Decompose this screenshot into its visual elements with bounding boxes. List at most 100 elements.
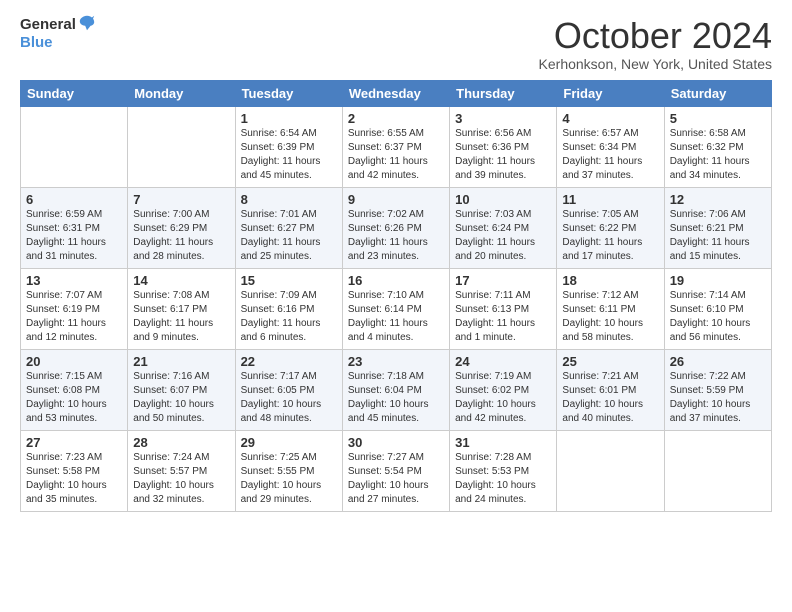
calendar-cell: 30Sunrise: 7:27 AM Sunset: 5:54 PM Dayli… (342, 430, 449, 511)
calendar-cell: 9Sunrise: 7:02 AM Sunset: 6:26 PM Daylig… (342, 187, 449, 268)
weekday-header-monday: Monday (128, 80, 235, 106)
day-number: 26 (670, 354, 766, 369)
day-detail: Sunrise: 7:06 AM Sunset: 6:21 PM Dayligh… (670, 208, 766, 264)
calendar-week-1: 1Sunrise: 6:54 AM Sunset: 6:39 PM Daylig… (21, 106, 772, 187)
day-number: 5 (670, 111, 766, 126)
day-detail: Sunrise: 6:57 AM Sunset: 6:34 PM Dayligh… (562, 127, 658, 183)
calendar-cell: 3Sunrise: 6:56 AM Sunset: 6:36 PM Daylig… (450, 106, 557, 187)
page: General Blue October 2024 Kerhonkson, Ne… (0, 0, 792, 522)
day-number: 23 (348, 354, 444, 369)
calendar-cell: 31Sunrise: 7:28 AM Sunset: 5:53 PM Dayli… (450, 430, 557, 511)
day-number: 3 (455, 111, 551, 126)
header: General Blue October 2024 Kerhonkson, Ne… (20, 16, 772, 72)
day-detail: Sunrise: 6:56 AM Sunset: 6:36 PM Dayligh… (455, 127, 551, 183)
day-detail: Sunrise: 7:21 AM Sunset: 6:01 PM Dayligh… (562, 370, 658, 426)
day-number: 4 (562, 111, 658, 126)
calendar-week-3: 13Sunrise: 7:07 AM Sunset: 6:19 PM Dayli… (21, 268, 772, 349)
day-number: 22 (241, 354, 337, 369)
calendar-cell: 18Sunrise: 7:12 AM Sunset: 6:11 PM Dayli… (557, 268, 664, 349)
day-number: 13 (26, 273, 122, 288)
day-detail: Sunrise: 7:10 AM Sunset: 6:14 PM Dayligh… (348, 289, 444, 345)
calendar-cell: 26Sunrise: 7:22 AM Sunset: 5:59 PM Dayli… (664, 349, 771, 430)
day-detail: Sunrise: 7:19 AM Sunset: 6:02 PM Dayligh… (455, 370, 551, 426)
weekday-header-wednesday: Wednesday (342, 80, 449, 106)
calendar-cell: 15Sunrise: 7:09 AM Sunset: 6:16 PM Dayli… (235, 268, 342, 349)
day-detail: Sunrise: 7:09 AM Sunset: 6:16 PM Dayligh… (241, 289, 337, 345)
calendar-cell: 12Sunrise: 7:06 AM Sunset: 6:21 PM Dayli… (664, 187, 771, 268)
day-number: 25 (562, 354, 658, 369)
day-detail: Sunrise: 6:58 AM Sunset: 6:32 PM Dayligh… (670, 127, 766, 183)
calendar-cell (128, 106, 235, 187)
logo-text-general: General (20, 16, 76, 34)
calendar-cell: 5Sunrise: 6:58 AM Sunset: 6:32 PM Daylig… (664, 106, 771, 187)
weekday-header-tuesday: Tuesday (235, 80, 342, 106)
day-number: 17 (455, 273, 551, 288)
day-number: 2 (348, 111, 444, 126)
calendar-cell: 13Sunrise: 7:07 AM Sunset: 6:19 PM Dayli… (21, 268, 128, 349)
logo-bird-icon (78, 14, 96, 32)
day-detail: Sunrise: 7:03 AM Sunset: 6:24 PM Dayligh… (455, 208, 551, 264)
day-detail: Sunrise: 7:00 AM Sunset: 6:29 PM Dayligh… (133, 208, 229, 264)
calendar-cell: 29Sunrise: 7:25 AM Sunset: 5:55 PM Dayli… (235, 430, 342, 511)
day-detail: Sunrise: 7:01 AM Sunset: 6:27 PM Dayligh… (241, 208, 337, 264)
day-detail: Sunrise: 6:54 AM Sunset: 6:39 PM Dayligh… (241, 127, 337, 183)
calendar-cell: 22Sunrise: 7:17 AM Sunset: 6:05 PM Dayli… (235, 349, 342, 430)
day-number: 6 (26, 192, 122, 207)
day-detail: Sunrise: 7:17 AM Sunset: 6:05 PM Dayligh… (241, 370, 337, 426)
weekday-header-friday: Friday (557, 80, 664, 106)
calendar-cell: 19Sunrise: 7:14 AM Sunset: 6:10 PM Dayli… (664, 268, 771, 349)
day-number: 18 (562, 273, 658, 288)
day-detail: Sunrise: 7:08 AM Sunset: 6:17 PM Dayligh… (133, 289, 229, 345)
calendar-cell (664, 430, 771, 511)
calendar-cell (557, 430, 664, 511)
day-number: 30 (348, 435, 444, 450)
calendar-cell (21, 106, 128, 187)
day-detail: Sunrise: 7:07 AM Sunset: 6:19 PM Dayligh… (26, 289, 122, 345)
subtitle: Kerhonkson, New York, United States (539, 56, 772, 72)
day-detail: Sunrise: 7:16 AM Sunset: 6:07 PM Dayligh… (133, 370, 229, 426)
calendar-cell: 1Sunrise: 6:54 AM Sunset: 6:39 PM Daylig… (235, 106, 342, 187)
title-block: October 2024 Kerhonkson, New York, Unite… (539, 16, 772, 72)
day-number: 31 (455, 435, 551, 450)
calendar-week-5: 27Sunrise: 7:23 AM Sunset: 5:58 PM Dayli… (21, 430, 772, 511)
calendar-cell: 20Sunrise: 7:15 AM Sunset: 6:08 PM Dayli… (21, 349, 128, 430)
calendar-cell: 25Sunrise: 7:21 AM Sunset: 6:01 PM Dayli… (557, 349, 664, 430)
day-number: 12 (670, 192, 766, 207)
day-detail: Sunrise: 6:59 AM Sunset: 6:31 PM Dayligh… (26, 208, 122, 264)
month-title: October 2024 (539, 16, 772, 56)
day-number: 19 (670, 273, 766, 288)
day-detail: Sunrise: 7:18 AM Sunset: 6:04 PM Dayligh… (348, 370, 444, 426)
weekday-header-thursday: Thursday (450, 80, 557, 106)
calendar-cell: 23Sunrise: 7:18 AM Sunset: 6:04 PM Dayli… (342, 349, 449, 430)
day-detail: Sunrise: 7:24 AM Sunset: 5:57 PM Dayligh… (133, 451, 229, 507)
day-detail: Sunrise: 7:23 AM Sunset: 5:58 PM Dayligh… (26, 451, 122, 507)
day-detail: Sunrise: 7:15 AM Sunset: 6:08 PM Dayligh… (26, 370, 122, 426)
day-detail: Sunrise: 7:12 AM Sunset: 6:11 PM Dayligh… (562, 289, 658, 345)
calendar-cell: 2Sunrise: 6:55 AM Sunset: 6:37 PM Daylig… (342, 106, 449, 187)
calendar-cell: 7Sunrise: 7:00 AM Sunset: 6:29 PM Daylig… (128, 187, 235, 268)
day-number: 27 (26, 435, 122, 450)
calendar-table: SundayMondayTuesdayWednesdayThursdayFrid… (20, 80, 772, 512)
day-number: 20 (26, 354, 122, 369)
day-number: 1 (241, 111, 337, 126)
day-detail: Sunrise: 7:14 AM Sunset: 6:10 PM Dayligh… (670, 289, 766, 345)
day-number: 28 (133, 435, 229, 450)
day-detail: Sunrise: 7:27 AM Sunset: 5:54 PM Dayligh… (348, 451, 444, 507)
day-detail: Sunrise: 6:55 AM Sunset: 6:37 PM Dayligh… (348, 127, 444, 183)
weekday-header-sunday: Sunday (21, 80, 128, 106)
calendar-cell: 21Sunrise: 7:16 AM Sunset: 6:07 PM Dayli… (128, 349, 235, 430)
day-number: 9 (348, 192, 444, 207)
calendar-cell: 17Sunrise: 7:11 AM Sunset: 6:13 PM Dayli… (450, 268, 557, 349)
day-number: 29 (241, 435, 337, 450)
calendar-cell: 27Sunrise: 7:23 AM Sunset: 5:58 PM Dayli… (21, 430, 128, 511)
day-number: 16 (348, 273, 444, 288)
calendar-cell: 24Sunrise: 7:19 AM Sunset: 6:02 PM Dayli… (450, 349, 557, 430)
logo: General Blue (20, 16, 96, 52)
calendar-cell: 16Sunrise: 7:10 AM Sunset: 6:14 PM Dayli… (342, 268, 449, 349)
day-detail: Sunrise: 7:22 AM Sunset: 5:59 PM Dayligh… (670, 370, 766, 426)
calendar-cell: 8Sunrise: 7:01 AM Sunset: 6:27 PM Daylig… (235, 187, 342, 268)
calendar-cell: 6Sunrise: 6:59 AM Sunset: 6:31 PM Daylig… (21, 187, 128, 268)
logo-text-blue: Blue (20, 34, 53, 51)
day-number: 24 (455, 354, 551, 369)
day-number: 21 (133, 354, 229, 369)
